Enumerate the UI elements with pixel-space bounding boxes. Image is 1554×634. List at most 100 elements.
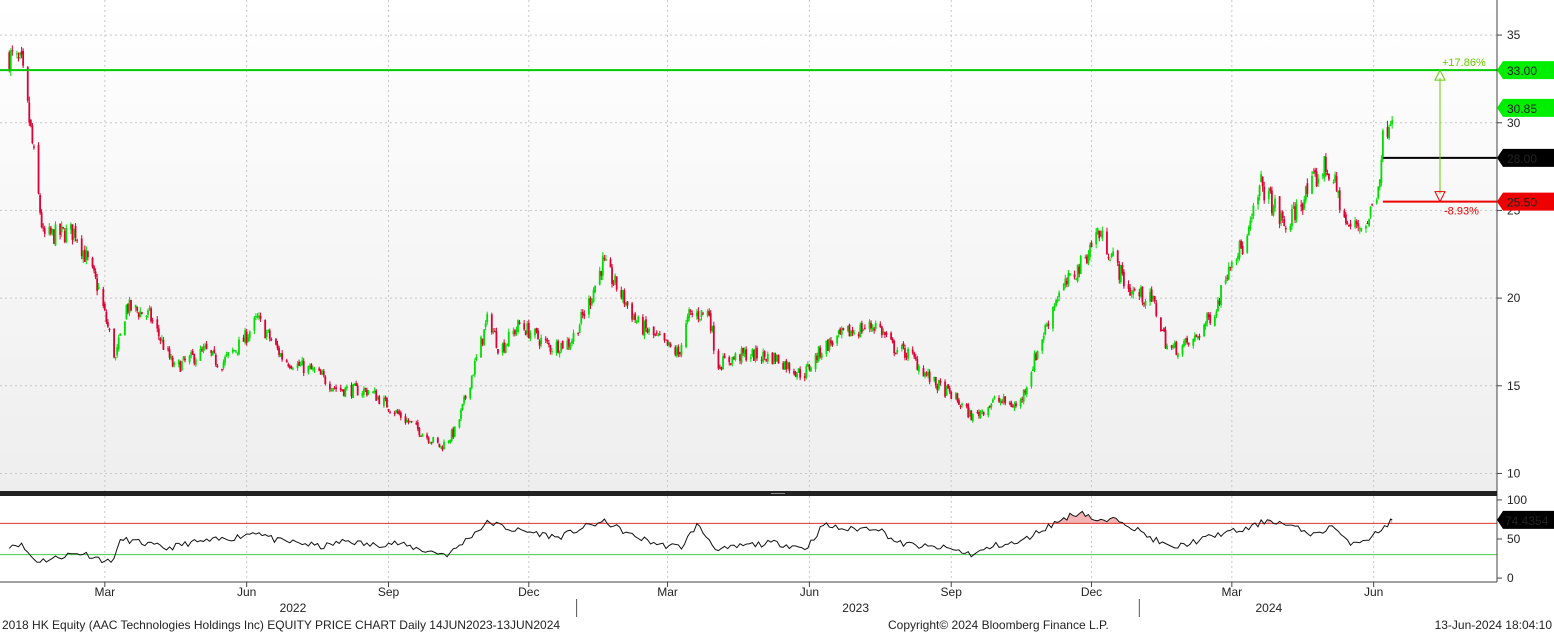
candle-body [884,332,886,335]
month-label: Jun [800,585,819,599]
candle-body [890,332,893,340]
candle-body [1230,262,1233,268]
panel-divider[interactable] [0,491,1497,496]
candle-body [182,356,185,361]
candle-body [529,333,532,339]
candle-body [632,315,635,320]
candle-body [557,340,559,353]
candle-body [1274,198,1276,209]
candle-body [475,357,478,360]
candle-body [688,309,691,319]
candle-body [873,328,876,331]
candle-body [386,398,388,408]
candle-body [51,229,54,232]
candle-body [1055,300,1057,306]
candle-body [117,337,120,350]
candle-body [635,321,638,323]
candle-body [1086,256,1088,264]
candle-body [1315,171,1318,187]
candle-body [1271,190,1273,214]
candle-body [956,393,959,401]
candle-body [697,311,700,319]
candle-body [430,442,433,444]
candle-body [547,342,550,345]
candle-body [1160,317,1162,331]
candle-body [799,369,802,378]
candle-body [299,364,302,366]
candle-body [1258,185,1261,197]
price-labels: 33.00 28.00 25.50 30.85 74.4354 [1497,61,1554,529]
candle-body [534,328,536,336]
candle-body [255,316,257,318]
candle-body [83,249,86,262]
candle-body [646,329,649,333]
candle-body [1098,230,1101,239]
candle-body [127,304,129,313]
candle-body [580,312,583,324]
candle-body [26,67,29,101]
candle-body [788,363,791,371]
candle-body [33,146,35,148]
timestamp: 13-Jun-2024 18:04:10 [1434,618,1552,632]
candle-body [717,350,720,369]
price-panel [0,0,1497,492]
candle-body [950,391,953,399]
candle-body [831,342,834,345]
candle-body [179,361,182,372]
candle-body [967,404,970,418]
candle-body [978,411,980,417]
candle-body [490,314,493,333]
candle-body [1127,284,1130,290]
candle-body [657,335,660,337]
candle-body [1355,221,1358,224]
candle-body [840,328,843,335]
candle-body [184,358,186,361]
candle-body [1382,130,1384,160]
candle-body [527,322,530,339]
candle-body [732,357,735,359]
candle-body [669,344,672,347]
candle-body [1004,396,1007,404]
candle-body [281,353,284,360]
candle-body [1149,292,1152,302]
candle-body [76,239,78,241]
candle-body [396,410,399,414]
candle-body [362,389,365,395]
candle-body [170,356,173,359]
candle-body [577,332,580,335]
candle-body [773,352,775,365]
candle-body [461,403,464,410]
candle-body [398,411,401,415]
candle-body [836,335,839,344]
candle-body [504,345,507,354]
candle-body [384,397,387,399]
candle-body [581,311,584,315]
candle-body [1076,264,1079,282]
candle-body [1213,316,1216,326]
candle-body [814,354,817,370]
candle-body [1161,329,1164,331]
candle-body [1033,353,1036,371]
candle-body [765,358,768,361]
candle-body [227,352,230,356]
candle-body [495,331,498,348]
candle-body [148,307,151,309]
candle-body [825,340,828,354]
candle-body [9,50,12,71]
candle-body [1123,271,1125,287]
candle-body [159,338,162,341]
candle-body [783,361,786,370]
candle-body [415,423,418,425]
candle-body [333,387,336,389]
candle-body [524,331,527,336]
candle-body [205,344,208,349]
candle-body [1272,207,1275,216]
candle-body [11,50,14,52]
candle-body [711,326,714,332]
candle-body [1358,227,1361,229]
candle-body [276,344,279,349]
candle-body [523,323,526,330]
candle-body [97,286,100,289]
candle-body [48,226,51,235]
candle-body [356,385,359,396]
